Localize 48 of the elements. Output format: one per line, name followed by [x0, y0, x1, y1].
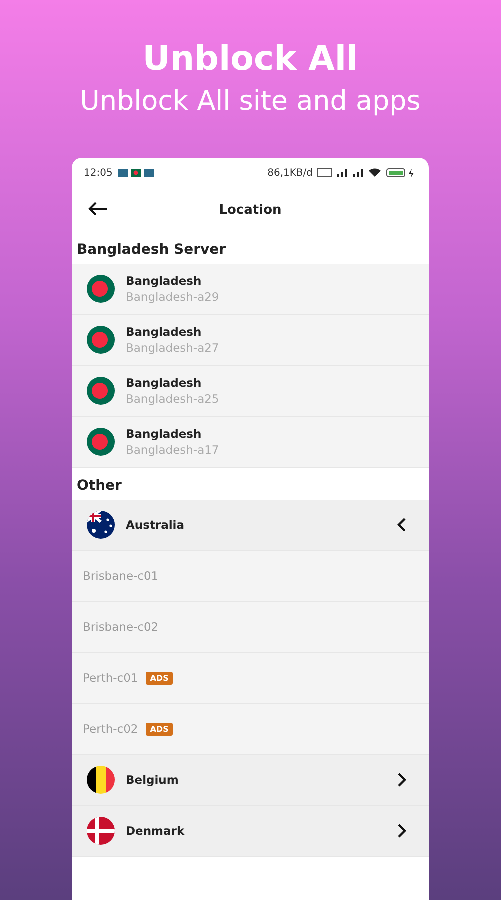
flag-icon [86, 325, 116, 355]
country-name: Bangladesh [126, 376, 203, 390]
headline: Unblock All [142, 38, 358, 80]
country-name: Bangladesh [126, 427, 203, 441]
flag-icon [86, 765, 116, 795]
server-name: Perth-c01 [83, 671, 138, 685]
section-heading: Bangladesh Server [76, 241, 228, 260]
screen-title: Location [219, 202, 282, 218]
country-name: Belgium [126, 773, 180, 787]
network-speed: 86,1KB/d [268, 168, 313, 178]
flag-icon [86, 274, 116, 304]
server-name: Bangladesh-a27 [126, 341, 220, 355]
country-name: Australia [126, 518, 186, 532]
server-name: Perth-c02 [83, 722, 138, 736]
notification-icon [118, 169, 128, 177]
vpn-icon [318, 168, 332, 178]
back-arrow-icon[interactable] [88, 202, 110, 218]
country-name: Bangladesh [126, 274, 203, 288]
server-name: Bangladesh-a17 [126, 443, 220, 457]
signal-icon [337, 169, 347, 177]
charging-icon [409, 169, 414, 178]
signal-icon [353, 169, 363, 177]
country-name: Denmark [126, 824, 186, 838]
server-name: Bangladesh-a25 [126, 392, 220, 406]
ads-badge: ADS [146, 722, 173, 736]
country-name: Bangladesh [126, 325, 203, 339]
section-heading: Other [76, 477, 123, 496]
server-row[interactable]: Bangladesh Bangladesh-a27 [72, 315, 429, 366]
status-time: 12:05 [84, 168, 113, 178]
flag-icon [86, 427, 116, 457]
server-name: Bangladesh-a29 [126, 290, 220, 304]
flag-icon [86, 376, 116, 406]
country-row[interactable]: Australia [72, 500, 429, 551]
battery-icon [386, 168, 406, 178]
server-row[interactable]: Bangladesh Bangladesh-a25 [72, 366, 429, 417]
server-row[interactable]: Bangladesh Bangladesh-a17 [72, 417, 429, 468]
wifi-icon [369, 168, 381, 177]
server-name: Brisbane-c01 [83, 569, 159, 583]
flag-icon [86, 816, 116, 846]
notification-icon [144, 169, 154, 177]
flag-icon [86, 510, 116, 540]
notification-icon [130, 169, 141, 177]
country-row[interactable]: Belgium [72, 755, 429, 806]
server-name: Brisbane-c02 [83, 620, 159, 634]
country-row[interactable]: Denmark [72, 806, 429, 857]
subtitle: Unblock All site and apps [80, 85, 421, 119]
server-row[interactable]: Bangladesh Bangladesh-a29 [72, 264, 429, 315]
ads-badge: ADS [146, 672, 173, 684]
